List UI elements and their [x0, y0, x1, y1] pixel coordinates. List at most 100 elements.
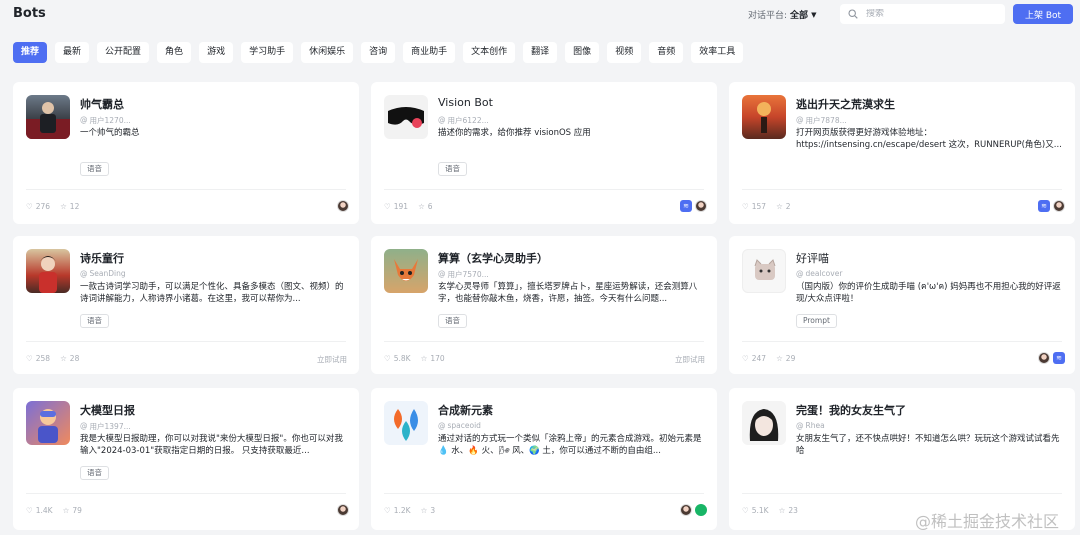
star-count: 79 [72, 506, 82, 515]
star-count: 29 [785, 354, 796, 363]
bot-stats: ♡ 258 ☆ 28 [26, 354, 79, 363]
bot-card[interactable]: 合成新元素 @ spaceoid 通过对话的方式玩一个类似「涂鸦上帝」的元素合成游… [371, 388, 717, 530]
bot-description: 一款古诗词学习助手，可以满足个性化、具备多模态（图文、视频）的诗词讲解能力，人称… [80, 282, 344, 304]
at-icon: @ [80, 115, 88, 124]
star-count: 3 [430, 506, 436, 515]
card-divider [384, 341, 704, 342]
tab-image[interactable]: 图像 [565, 42, 600, 63]
bot-description: （国内版）你的评价生成助手喵 (ฅ'ω'ฅ) 妈妈再也不用担心我的好评返现/大众… [796, 282, 1061, 304]
bot-card[interactable]: 诗乐童行 @ SeanDing 一款古诗词学习助手，可以满足个性化、具备多模态（图… [13, 236, 359, 374]
tab-writing[interactable]: 文本创作 [463, 42, 516, 63]
tab-learning[interactable]: 学习助手 [241, 42, 294, 63]
bot-author: @ SeanDing [80, 269, 126, 278]
bot-name[interactable]: 逃出升天之荒漠求生 [796, 96, 895, 112]
bot-tag: 语音 [80, 162, 109, 176]
try-now-link[interactable]: 立即试用 [675, 354, 705, 365]
platform-icons: ≋ [1038, 200, 1065, 212]
bot-name[interactable]: 算算（玄学心灵助手） [438, 250, 548, 266]
like-icon: ♡ [384, 354, 391, 363]
bot-name[interactable]: 合成新元素 [438, 402, 493, 418]
like-count: 258 [35, 354, 51, 363]
search-box[interactable] [840, 4, 1005, 24]
tab-roles[interactable]: 角色 [157, 42, 192, 63]
publish-bot-button[interactable]: 上架 Bot [1013, 4, 1073, 24]
like-icon: ♡ [742, 506, 749, 515]
bot-name[interactable]: 大模型日报 [80, 402, 135, 418]
tab-translation[interactable]: 翻译 [523, 42, 558, 63]
creator-avatar [337, 504, 349, 516]
bot-description: 描述你的需求，给你推荐 visionOS 应用 [438, 128, 591, 138]
star-icon: ☆ [60, 202, 67, 211]
bot-name[interactable]: 完蛋！我的女友生气了 [796, 402, 906, 418]
try-now-link[interactable]: 立即试用 [317, 354, 347, 365]
like-icon: ♡ [26, 506, 33, 515]
card-divider [742, 189, 1062, 190]
at-icon: @ [438, 421, 446, 430]
bot-avatar [26, 249, 70, 293]
tab-recommended[interactable]: 推荐 [13, 42, 48, 63]
bot-description: 玄学心灵导师「算算」，擅长塔罗牌占卜，星座运势解读，还会测算八字，也能替你敲木鱼… [438, 282, 698, 304]
star-count: 23 [788, 506, 798, 515]
creator-avatar [695, 200, 707, 212]
tab-productivity[interactable]: 效率工具 [691, 42, 744, 63]
like-icon: ♡ [384, 202, 391, 211]
bot-name[interactable]: 好评喵 [796, 250, 829, 266]
bot-card[interactable]: 大模型日报 @ 用户1397... 我是大模型日报助理，你可以对我说"来份大模型日… [13, 388, 359, 530]
bot-card[interactable]: 好评喵 @ dealcover （国内版）你的评价生成助手喵 (ฅ'ω'ฅ) 妈妈… [729, 236, 1075, 374]
card-divider [26, 341, 346, 342]
platform-icon: ≋ [1053, 352, 1065, 364]
like-count: 276 [35, 202, 51, 211]
bot-author: @ 用户7570... [438, 269, 489, 279]
bot-card[interactable]: Vision Bot @ 用户6122... 描述你的需求，给你推荐 vision… [371, 82, 717, 224]
caret-down-icon[interactable]: ▼ [811, 11, 816, 19]
like-icon: ♡ [384, 506, 391, 515]
bot-name[interactable]: 诗乐童行 [80, 250, 124, 266]
tab-business[interactable]: 商业助手 [403, 42, 456, 63]
at-icon: @ [438, 269, 446, 278]
like-icon: ♡ [742, 202, 749, 211]
bot-name[interactable]: Vision Bot [438, 96, 493, 109]
tab-public-config[interactable]: 公开配置 [97, 42, 150, 63]
bot-stats: ♡ 247 ☆ 29 [742, 354, 795, 363]
platform-icons: ≋ [680, 200, 707, 212]
platform-label: 对话平台: [748, 11, 788, 21]
at-icon: @ [796, 115, 804, 124]
tab-leisure[interactable]: 休闲娱乐 [301, 42, 354, 63]
card-divider [742, 493, 1062, 494]
bot-stats: ♡ 191 ☆ 6 [384, 202, 433, 211]
bot-author: @ 用户1397... [80, 421, 131, 431]
bot-stats: ♡ 1.4K ☆ 79 [26, 506, 82, 515]
at-icon: @ [80, 421, 88, 430]
bot-author: @ 用户6122... [438, 115, 489, 125]
bot-author: @ 用户7878... [796, 115, 847, 125]
bot-description: 女朋友生气了，还不快点哄好！不知道怎么哄？玩玩这个游戏试试看先哈 [796, 434, 1060, 456]
bot-stats: ♡ 157 ☆ 2 [742, 202, 791, 211]
tab-audio[interactable]: 音频 [649, 42, 684, 63]
card-divider [384, 493, 704, 494]
card-divider [26, 493, 346, 494]
bot-card[interactable]: 算算（玄学心灵助手） @ 用户7570... 玄学心灵导师「算算」，擅长塔罗牌占卜… [371, 236, 717, 374]
search-input[interactable] [866, 9, 996, 19]
bot-stats: ♡ 5.8K ☆ 170 [384, 354, 445, 363]
tab-latest[interactable]: 最新 [55, 42, 90, 63]
like-count: 247 [751, 354, 767, 363]
card-divider [26, 189, 346, 190]
bot-avatar [384, 401, 428, 445]
bot-description: 通过对话的方式玩一个类似「涂鸦上帝」的元素合成游戏。初始元素是 💧 水、🔥 火、… [438, 434, 702, 456]
bot-card[interactable]: 帅气霸总 @ 用户1270... 一个帅气的霸总 语音 ♡ 276 ☆ 12 [13, 82, 359, 224]
search-icon [848, 9, 858, 19]
bot-description: 一个帅气的霸总 [80, 128, 140, 138]
bot-stats: ♡ 5.1K ☆ 23 [742, 506, 798, 515]
star-count: 2 [785, 202, 791, 211]
bot-card[interactable]: 逃出升天之荒漠求生 @ 用户7878... 打开网页版获得更好游戏体验地址：htt… [729, 82, 1075, 224]
bot-tag: Prompt [796, 314, 837, 328]
tab-games[interactable]: 游戏 [199, 42, 234, 63]
bot-name[interactable]: 帅气霸总 [80, 96, 124, 112]
platform-value[interactable]: 全部 [790, 8, 808, 21]
tab-consulting[interactable]: 咨询 [361, 42, 396, 63]
platform-icon: ≋ [1038, 200, 1050, 212]
platform-filter[interactable]: 对话平台: 全部 ▼ [748, 8, 816, 22]
tab-video[interactable]: 视频 [607, 42, 642, 63]
platform-icons [337, 504, 349, 516]
bot-avatar [26, 401, 70, 445]
